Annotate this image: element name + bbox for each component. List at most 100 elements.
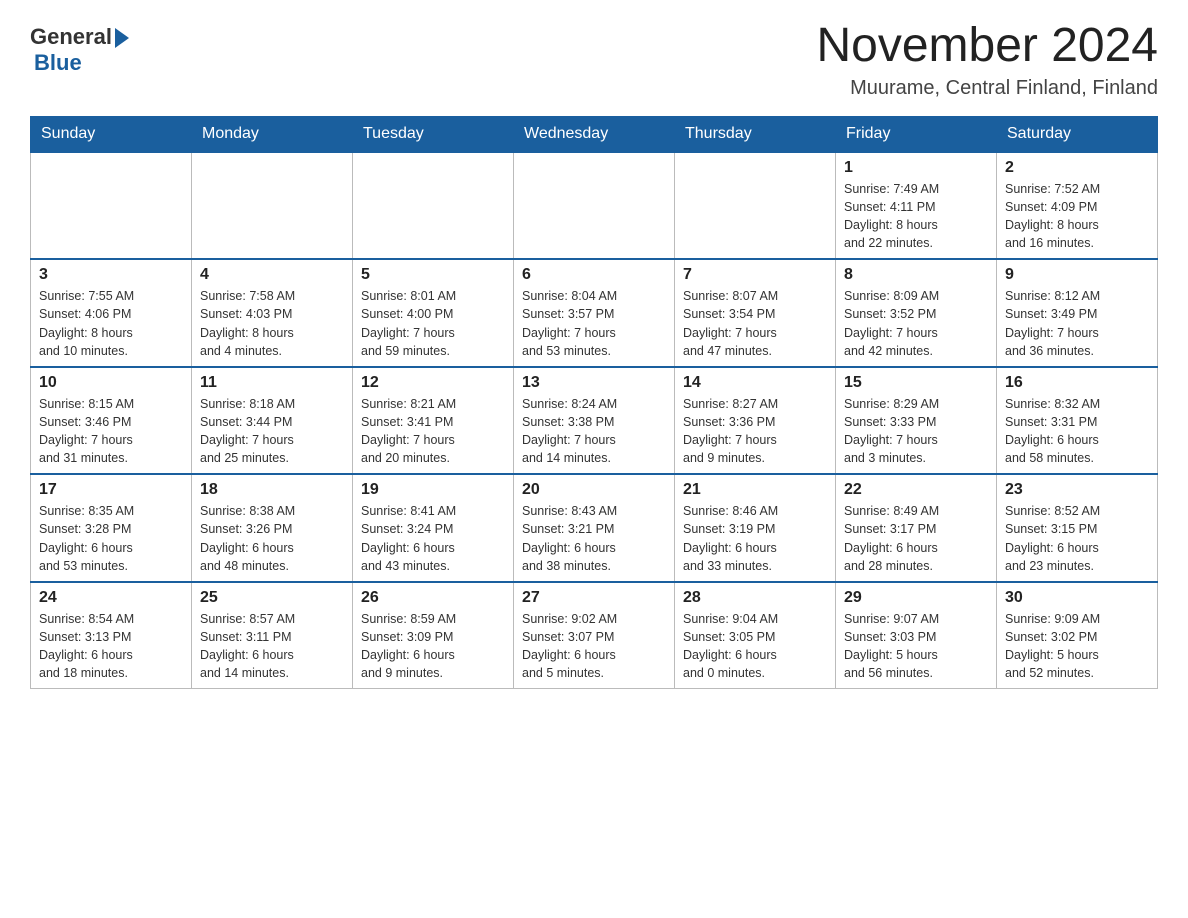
day-info: Sunrise: 8:32 AM Sunset: 3:31 PM Dayligh… (1005, 395, 1149, 468)
calendar-cell: 2 Sunrise: 7:52 AM Sunset: 4:09 PM Daylig… (997, 152, 1158, 260)
calendar-cell: 26Sunrise: 8:59 AM Sunset: 3:09 PM Dayli… (353, 582, 514, 689)
day-info: Sunrise: 8:46 AM Sunset: 3:19 PM Dayligh… (683, 502, 827, 575)
day-number: 21 (683, 481, 827, 499)
day-number: 27 (522, 589, 666, 607)
day-number: 15 (844, 374, 988, 392)
day-number: 1 (844, 159, 988, 177)
day-number: 17 (39, 481, 183, 499)
calendar-cell: 18Sunrise: 8:38 AM Sunset: 3:26 PM Dayli… (192, 474, 353, 582)
day-info: Sunrise: 8:21 AM Sunset: 3:41 PM Dayligh… (361, 395, 505, 468)
logo-blue-text: Blue (34, 50, 82, 76)
calendar-cell: 22 Sunrise: 8:49 AM Sunset: 3:17 PM Dayli… (836, 474, 997, 582)
calendar-cell (675, 152, 836, 260)
calendar-week-row: 3Sunrise: 7:55 AM Sunset: 4:06 PM Daylig… (31, 259, 1158, 367)
calendar-cell (192, 152, 353, 260)
calendar-cell: 1 Sunrise: 7:49 AM Sunset: 4:11 PM Daylig… (836, 152, 997, 260)
day-number: 22 (844, 481, 988, 499)
day-info: Sunrise: 7:58 AM Sunset: 4:03 PM Dayligh… (200, 287, 344, 360)
day-number: 9 (1005, 266, 1149, 284)
calendar-cell: 15 Sunrise: 8:29 AM Sunset: 3:33 PM Dayli… (836, 367, 997, 475)
day-number: 18 (200, 481, 344, 499)
calendar-cell: 28Sunrise: 9:04 AM Sunset: 3:05 PM Dayli… (675, 582, 836, 689)
calendar-cell: 12 Sunrise: 8:21 AM Sunset: 3:41 PM Dayli… (353, 367, 514, 475)
day-number: 13 (522, 374, 666, 392)
calendar-cell: 20 Sunrise: 8:43 AM Sunset: 3:21 PM Dayli… (514, 474, 675, 582)
day-number: 6 (522, 266, 666, 284)
calendar-cell: 23Sunrise: 8:52 AM Sunset: 3:15 PM Dayli… (997, 474, 1158, 582)
day-number: 25 (200, 589, 344, 607)
calendar-cell: 4 Sunrise: 7:58 AM Sunset: 4:03 PM Daylig… (192, 259, 353, 367)
calendar-cell (31, 152, 192, 260)
day-info: Sunrise: 9:09 AM Sunset: 3:02 PM Dayligh… (1005, 610, 1149, 683)
weekday-header-friday: Friday (836, 116, 997, 152)
weekday-header-row: SundayMondayTuesdayWednesdayThursdayFrid… (31, 116, 1158, 152)
day-number: 4 (200, 266, 344, 284)
day-number: 29 (844, 589, 988, 607)
calendar-week-row: 24 Sunrise: 8:54 AM Sunset: 3:13 PM Dayli… (31, 582, 1158, 689)
calendar-cell: 25 Sunrise: 8:57 AM Sunset: 3:11 PM Dayli… (192, 582, 353, 689)
day-info: Sunrise: 8:15 AM Sunset: 3:46 PM Dayligh… (39, 395, 183, 468)
location-text: Muurame, Central Finland, Finland (816, 77, 1158, 100)
calendar-cell: 9 Sunrise: 8:12 AM Sunset: 3:49 PM Daylig… (997, 259, 1158, 367)
calendar-week-row: 17 Sunrise: 8:35 AM Sunset: 3:28 PM Dayli… (31, 474, 1158, 582)
day-info: Sunrise: 8:54 AM Sunset: 3:13 PM Dayligh… (39, 610, 183, 683)
day-info: Sunrise: 8:27 AM Sunset: 3:36 PM Dayligh… (683, 395, 827, 468)
month-title: November 2024 (816, 20, 1158, 73)
day-info: Sunrise: 8:07 AM Sunset: 3:54 PM Dayligh… (683, 287, 827, 360)
day-info: Sunrise: 8:59 AM Sunset: 3:09 PM Dayligh… (361, 610, 505, 683)
calendar-cell: 11Sunrise: 8:18 AM Sunset: 3:44 PM Dayli… (192, 367, 353, 475)
calendar-week-row: 10 Sunrise: 8:15 AM Sunset: 3:46 PM Dayli… (31, 367, 1158, 475)
day-info: Sunrise: 8:49 AM Sunset: 3:17 PM Dayligh… (844, 502, 988, 575)
weekday-header-thursday: Thursday (675, 116, 836, 152)
day-number: 11 (200, 374, 344, 392)
day-info: Sunrise: 7:52 AM Sunset: 4:09 PM Dayligh… (1005, 180, 1149, 253)
day-info: Sunrise: 8:43 AM Sunset: 3:21 PM Dayligh… (522, 502, 666, 575)
day-info: Sunrise: 8:29 AM Sunset: 3:33 PM Dayligh… (844, 395, 988, 468)
day-info: Sunrise: 8:01 AM Sunset: 4:00 PM Dayligh… (361, 287, 505, 360)
page-header: General Blue November 2024 Muurame, Cent… (30, 20, 1158, 100)
day-number: 3 (39, 266, 183, 284)
calendar-cell: 19 Sunrise: 8:41 AM Sunset: 3:24 PM Dayli… (353, 474, 514, 582)
day-number: 10 (39, 374, 183, 392)
day-info: Sunrise: 8:57 AM Sunset: 3:11 PM Dayligh… (200, 610, 344, 683)
title-area: November 2024 Muurame, Central Finland, … (816, 20, 1158, 100)
calendar-cell: 29 Sunrise: 9:07 AM Sunset: 3:03 PM Dayli… (836, 582, 997, 689)
calendar-cell: 24 Sunrise: 8:54 AM Sunset: 3:13 PM Dayli… (31, 582, 192, 689)
day-info: Sunrise: 8:35 AM Sunset: 3:28 PM Dayligh… (39, 502, 183, 575)
day-number: 5 (361, 266, 505, 284)
weekday-header-sunday: Sunday (31, 116, 192, 152)
calendar-cell: 3Sunrise: 7:55 AM Sunset: 4:06 PM Daylig… (31, 259, 192, 367)
day-info: Sunrise: 8:12 AM Sunset: 3:49 PM Dayligh… (1005, 287, 1149, 360)
calendar-cell: 16Sunrise: 8:32 AM Sunset: 3:31 PM Dayli… (997, 367, 1158, 475)
weekday-header-saturday: Saturday (997, 116, 1158, 152)
weekday-header-monday: Monday (192, 116, 353, 152)
calendar-cell: 8Sunrise: 8:09 AM Sunset: 3:52 PM Daylig… (836, 259, 997, 367)
calendar-cell: 13Sunrise: 8:24 AM Sunset: 3:38 PM Dayli… (514, 367, 675, 475)
calendar-cell: 5 Sunrise: 8:01 AM Sunset: 4:00 PM Daylig… (353, 259, 514, 367)
day-number: 14 (683, 374, 827, 392)
day-number: 19 (361, 481, 505, 499)
day-info: Sunrise: 9:07 AM Sunset: 3:03 PM Dayligh… (844, 610, 988, 683)
logo: General Blue (30, 20, 129, 76)
day-info: Sunrise: 9:02 AM Sunset: 3:07 PM Dayligh… (522, 610, 666, 683)
day-number: 30 (1005, 589, 1149, 607)
calendar-cell: 7 Sunrise: 8:07 AM Sunset: 3:54 PM Daylig… (675, 259, 836, 367)
day-number: 2 (1005, 159, 1149, 177)
calendar-cell: 30 Sunrise: 9:09 AM Sunset: 3:02 PM Dayli… (997, 582, 1158, 689)
day-number: 7 (683, 266, 827, 284)
calendar-cell: 6 Sunrise: 8:04 AM Sunset: 3:57 PM Daylig… (514, 259, 675, 367)
calendar-cell (514, 152, 675, 260)
day-info: Sunrise: 8:41 AM Sunset: 3:24 PM Dayligh… (361, 502, 505, 575)
day-info: Sunrise: 9:04 AM Sunset: 3:05 PM Dayligh… (683, 610, 827, 683)
day-number: 8 (844, 266, 988, 284)
calendar-cell: 17 Sunrise: 8:35 AM Sunset: 3:28 PM Dayli… (31, 474, 192, 582)
weekday-header-wednesday: Wednesday (514, 116, 675, 152)
weekday-header-tuesday: Tuesday (353, 116, 514, 152)
day-number: 12 (361, 374, 505, 392)
day-number: 24 (39, 589, 183, 607)
day-info: Sunrise: 7:49 AM Sunset: 4:11 PM Dayligh… (844, 180, 988, 253)
day-number: 23 (1005, 481, 1149, 499)
day-number: 20 (522, 481, 666, 499)
day-info: Sunrise: 8:04 AM Sunset: 3:57 PM Dayligh… (522, 287, 666, 360)
calendar-cell: 14 Sunrise: 8:27 AM Sunset: 3:36 PM Dayli… (675, 367, 836, 475)
